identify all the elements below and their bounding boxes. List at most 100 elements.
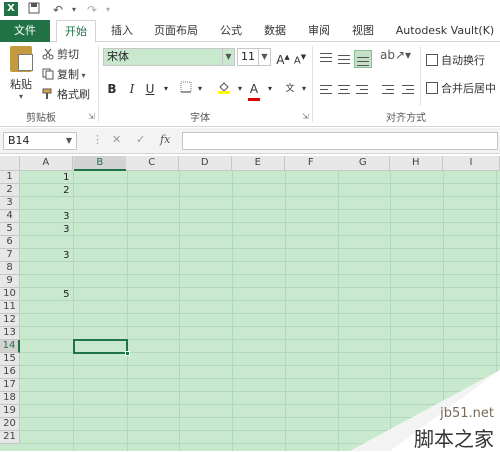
paste-dropdown-icon: ▾ <box>18 92 23 101</box>
font-size-select[interactable]: 11 ▼ <box>237 48 271 66</box>
align-right-icon[interactable] <box>354 82 372 100</box>
font-name-select[interactable]: 宋体 ▼ <box>103 48 235 66</box>
cell-a5[interactable]: 3 <box>20 223 69 236</box>
row-header-7[interactable]: 7 <box>0 249 20 262</box>
cell-a1[interactable]: 1 <box>20 171 69 184</box>
undo-icon[interactable]: ↶ <box>50 2 66 18</box>
merge-center-button[interactable]: 合并后居中 <box>426 80 496 98</box>
tab-view[interactable]: 视图 <box>344 20 382 42</box>
row-header-12[interactable]: 12 <box>0 314 20 327</box>
gridline-horizontal <box>20 235 500 236</box>
chevron-down-icon: ▼ <box>222 49 234 65</box>
align-left-icon[interactable] <box>318 82 336 100</box>
column-header-e[interactable]: E <box>232 156 285 171</box>
grow-font-button[interactable]: A▲ <box>275 48 291 67</box>
clipboard-launcher-icon[interactable]: ⇲ <box>88 112 95 121</box>
increase-indent-icon[interactable] <box>400 82 418 100</box>
alignment-group-label: 对齐方式 <box>386 113 426 124</box>
undo-dropdown-icon[interactable]: ▾ <box>66 2 82 18</box>
enter-icon[interactable]: ✓ <box>136 133 145 146</box>
column-header-f[interactable]: F <box>285 156 338 171</box>
more-icon: ⋮ <box>92 133 103 146</box>
row-header-17[interactable]: 17 <box>0 379 20 392</box>
column-header-d[interactable]: D <box>179 156 232 171</box>
orientation-icon[interactable]: ab↗▾ <box>380 48 411 66</box>
tab-file[interactable]: 文件 <box>0 20 50 42</box>
column-header-i[interactable]: I <box>443 156 500 171</box>
row-header-11[interactable]: 11 <box>0 301 20 314</box>
gridline-horizontal <box>20 196 500 197</box>
row-header-19[interactable]: 19 <box>0 405 20 418</box>
gridline-vertical <box>231 171 233 451</box>
gridline-horizontal <box>20 274 500 275</box>
shrink-font-button[interactable]: A▼ <box>292 48 308 66</box>
tab-insert[interactable]: 插入 <box>103 20 141 42</box>
row-header-20[interactable]: 20 <box>0 418 20 431</box>
align-bottom-icon[interactable] <box>354 50 372 68</box>
tab-page-layout[interactable]: 页面布局 <box>148 20 204 42</box>
row-header-6[interactable]: 6 <box>0 236 20 249</box>
cell-a10[interactable]: 5 <box>20 288 69 301</box>
watermark-name: 脚本之家 <box>414 427 494 451</box>
gridline-horizontal <box>20 261 500 262</box>
row-header-2[interactable]: 2 <box>0 184 20 197</box>
tab-autodesk-vault[interactable]: Autodesk Vault(K) <box>390 20 500 42</box>
underline-button[interactable]: U <box>142 80 158 98</box>
tab-review[interactable]: 审阅 <box>300 20 338 42</box>
align-middle-icon[interactable] <box>336 50 354 68</box>
wrap-text-button[interactable]: 自动换行 <box>426 52 485 70</box>
active-cell-border[interactable] <box>73 339 128 354</box>
align-top-icon[interactable] <box>318 50 336 68</box>
redo-icon[interactable]: ↷ <box>84 2 100 18</box>
tab-formulas[interactable]: 公式 <box>212 20 250 42</box>
tab-home[interactable]: 开始 <box>56 20 96 43</box>
cell-a7[interactable]: 3 <box>20 249 69 262</box>
name-box[interactable]: B14 ▼ <box>3 132 77 150</box>
column-header-b[interactable]: B <box>74 156 127 171</box>
fill-color-button[interactable] <box>216 80 232 98</box>
formula-input[interactable] <box>182 132 498 150</box>
font-launcher-icon[interactable]: ⇲ <box>302 112 309 121</box>
align-center-icon[interactable] <box>336 82 354 100</box>
decrease-indent-icon[interactable] <box>380 82 398 100</box>
row-header-16[interactable]: 16 <box>0 366 20 379</box>
bold-button[interactable]: B <box>104 80 120 98</box>
cell-a4[interactable]: 3 <box>20 210 69 223</box>
row-header-1[interactable]: 1 <box>0 171 20 184</box>
row-header-8[interactable]: 8 <box>0 262 20 275</box>
underline-dropdown-icon[interactable]: ▾ <box>158 80 174 98</box>
tab-data[interactable]: 数据 <box>256 20 294 42</box>
cell-a2[interactable]: 2 <box>20 184 69 197</box>
phonetic-dropdown-icon[interactable]: ▾ <box>296 80 312 98</box>
row-header-10[interactable]: 10 <box>0 288 20 301</box>
fill-handle[interactable] <box>124 351 130 356</box>
row-header-21[interactable]: 21 <box>0 431 20 444</box>
gridline-horizontal <box>20 300 500 301</box>
row-header-4[interactable]: 4 <box>0 210 20 223</box>
select-all-corner[interactable] <box>0 156 20 171</box>
format-painter-button[interactable]: 格式刷 <box>42 86 90 104</box>
column-header-c[interactable]: C <box>126 156 179 171</box>
cut-button[interactable]: 剪切 <box>42 46 79 64</box>
ribbon-tabs: 文件 开始 插入 页面布局 公式 数据 审阅 视图 Autodesk Vault… <box>0 20 500 43</box>
row-header-3[interactable]: 3 <box>0 197 20 210</box>
borders-dropdown-icon[interactable]: ▾ <box>192 80 208 98</box>
copy-button[interactable]: 复制 ▾ <box>42 66 86 84</box>
font-color-dropdown-icon[interactable]: ▾ <box>262 80 278 98</box>
save-icon[interactable] <box>26 2 42 18</box>
column-header-a[interactable]: A <box>20 156 73 171</box>
column-header-h[interactable]: H <box>390 156 443 171</box>
row-header-18[interactable]: 18 <box>0 392 20 405</box>
row-header-13[interactable]: 13 <box>0 327 20 340</box>
paste-button[interactable]: 粘贴 ▾ <box>6 46 36 106</box>
cancel-icon[interactable]: ✕ <box>112 133 121 146</box>
row-header-9[interactable]: 9 <box>0 275 20 288</box>
row-header-5[interactable]: 5 <box>0 223 20 236</box>
redo-dropdown-icon[interactable]: ▾ <box>100 2 116 18</box>
row-header-15[interactable]: 15 <box>0 353 20 366</box>
column-header-g[interactable]: G <box>337 156 390 171</box>
insert-function-icon[interactable]: fx <box>160 133 170 146</box>
font-color-button[interactable]: A <box>246 80 262 101</box>
row-header-14[interactable]: 14 <box>0 340 20 353</box>
italic-button[interactable]: I <box>124 80 140 98</box>
